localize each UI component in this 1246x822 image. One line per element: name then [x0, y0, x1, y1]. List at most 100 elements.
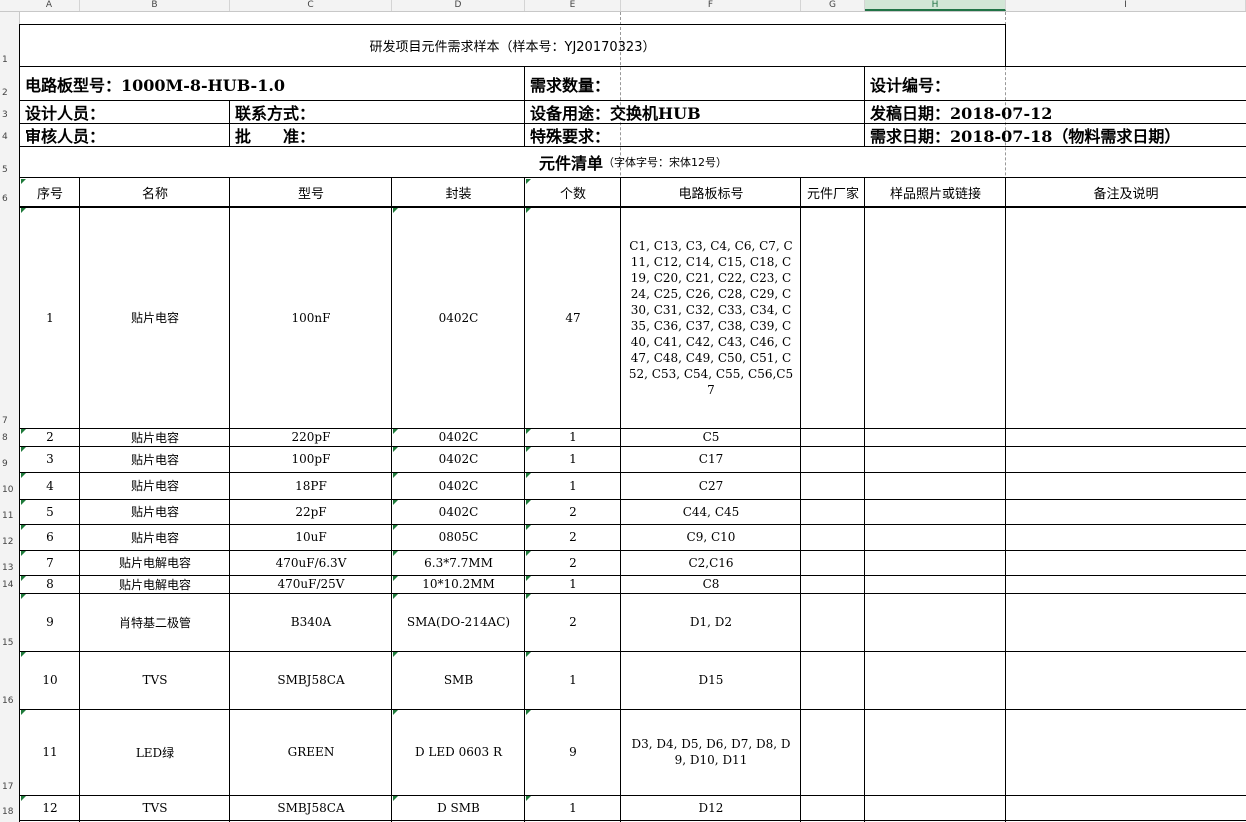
need-date-cell[interactable]: 需求日期：2018-07-18（物料需求日期） — [865, 124, 1246, 146]
header-model[interactable]: 型号 — [230, 178, 392, 206]
cell-pkg[interactable]: SMB — [392, 651, 525, 709]
cell-empty[interactable] — [865, 207, 1006, 428]
header-name[interactable]: 名称 — [80, 178, 230, 206]
demand-qty-cell[interactable]: 需求数量： — [525, 67, 865, 100]
column-header-g[interactable]: G — [801, 0, 865, 11]
cell-model[interactable]: SMBJ58CA — [230, 795, 392, 820]
column-header-b[interactable]: B — [80, 0, 230, 11]
row-header[interactable]: 14 — [0, 580, 19, 590]
cell-empty[interactable] — [1006, 428, 1246, 446]
special-req-cell[interactable]: 特殊要求： — [525, 124, 865, 146]
cell-name[interactable]: 贴片电容 — [80, 472, 230, 499]
row-header[interactable]: 15 — [0, 638, 19, 648]
cell-pkg[interactable]: 0402C — [392, 499, 525, 524]
cell-name[interactable]: 贴片电容 — [80, 524, 230, 550]
cell-empty[interactable] — [1006, 651, 1246, 709]
cell-ref[interactable]: D1, D2 — [621, 593, 801, 651]
cell-empty[interactable] — [801, 428, 865, 446]
cell-name[interactable]: 贴片电解电容 — [80, 575, 230, 593]
cell-name[interactable]: 贴片电容 — [80, 446, 230, 472]
cell-no[interactable]: 8 — [20, 575, 80, 593]
cell-empty[interactable] — [1006, 472, 1246, 499]
cell-empty[interactable] — [865, 446, 1006, 472]
cell-model[interactable]: 220pF — [230, 428, 392, 446]
row-header[interactable]: 6 — [0, 194, 19, 204]
cell-qty[interactable]: 1 — [525, 575, 621, 593]
cell-empty[interactable] — [1006, 795, 1246, 820]
header-package[interactable]: 封装 — [392, 178, 525, 206]
row-header[interactable]: 7 — [0, 416, 19, 426]
row-header[interactable]: 4 — [0, 132, 19, 142]
cell-name[interactable]: TVS — [80, 651, 230, 709]
cell-empty[interactable] — [865, 472, 1006, 499]
column-header-a[interactable]: A — [19, 0, 80, 11]
header-qty[interactable]: 个数 — [525, 178, 621, 206]
cell-pkg[interactable]: SMA(DO-214AC) — [392, 593, 525, 651]
cell-empty[interactable] — [1006, 575, 1246, 593]
column-header-d[interactable]: D — [392, 0, 525, 11]
header-no[interactable]: 序号 — [20, 178, 80, 206]
cell-qty[interactable]: 9 — [525, 709, 621, 795]
design-no-cell[interactable]: 设计编号： — [865, 67, 1246, 100]
cell-qty[interactable]: 2 — [525, 524, 621, 550]
cell-empty[interactable] — [801, 446, 865, 472]
cell-name[interactable]: LED绿 — [80, 709, 230, 795]
cell-empty[interactable] — [1006, 550, 1246, 575]
designer-cell[interactable]: 设计人员： — [20, 101, 230, 123]
cell-model[interactable]: 100pF — [230, 446, 392, 472]
cell-name[interactable]: 贴片电解电容 — [80, 550, 230, 575]
cell-qty[interactable]: 2 — [525, 593, 621, 651]
cell-model[interactable]: 22pF — [230, 499, 392, 524]
row-header[interactable]: 8 — [0, 433, 19, 443]
cell-name[interactable]: 贴片电容 — [80, 207, 230, 428]
cell-empty[interactable] — [865, 795, 1006, 820]
cell-ref[interactable]: C5 — [621, 428, 801, 446]
cell-qty[interactable]: 1 — [525, 795, 621, 820]
cell-empty[interactable] — [1006, 593, 1246, 651]
approve-cell[interactable]: 批 准： — [230, 124, 525, 146]
cell-model[interactable]: SMBJ58CA — [230, 651, 392, 709]
header-ref[interactable]: 电路板标号 — [621, 178, 801, 206]
cell-model[interactable]: 470uF/25V — [230, 575, 392, 593]
cell-no[interactable]: 4 — [20, 472, 80, 499]
cell-empty[interactable] — [801, 524, 865, 550]
row-header[interactable]: 2 — [0, 88, 19, 98]
cell-pkg[interactable]: D LED 0603 R — [392, 709, 525, 795]
reviewer-cell[interactable]: 审核人员： — [20, 124, 230, 146]
cell-ref[interactable]: D12 — [621, 795, 801, 820]
cell-empty[interactable] — [1006, 709, 1246, 795]
cell-no[interactable]: 12 — [20, 795, 80, 820]
cell-name[interactable]: 贴片电容 — [80, 499, 230, 524]
board-model-cell[interactable]: 电路板型号：1000M-8-HUB-1.0 — [20, 67, 525, 100]
contact-cell[interactable]: 联系方式： — [230, 101, 525, 123]
cell-model[interactable]: B340A — [230, 593, 392, 651]
cell-no[interactable]: 9 — [20, 593, 80, 651]
row-header[interactable]: 11 — [0, 511, 19, 521]
cell-ref[interactable]: C1, C13, C3, C4, C6, C7, C11, C12, C14, … — [621, 207, 801, 428]
row-header[interactable]: 10 — [0, 485, 19, 495]
cell-model[interactable]: GREEN — [230, 709, 392, 795]
cell-no[interactable]: 6 — [20, 524, 80, 550]
row-header[interactable]: 16 — [0, 696, 19, 706]
issue-date-cell[interactable]: 发稿日期：2018-07-12 — [865, 101, 1246, 123]
cell-empty[interactable] — [865, 428, 1006, 446]
cell-empty[interactable] — [801, 709, 865, 795]
cell-empty[interactable] — [1006, 446, 1246, 472]
cell-empty[interactable] — [865, 524, 1006, 550]
cell-pkg[interactable]: 10*10.2MM — [392, 575, 525, 593]
cell-empty[interactable] — [801, 593, 865, 651]
column-header-h[interactable]: H — [865, 0, 1006, 11]
row-header[interactable]: 12 — [0, 537, 19, 547]
cell-qty[interactable]: 47 — [525, 207, 621, 428]
column-header-f[interactable]: F — [621, 0, 801, 11]
row-header[interactable]: 18 — [0, 807, 19, 817]
cell-name[interactable]: 肖特基二极管 — [80, 593, 230, 651]
cell-ref[interactable]: C44, C45 — [621, 499, 801, 524]
cell-name[interactable]: TVS — [80, 795, 230, 820]
cell-name[interactable]: 贴片电容 — [80, 428, 230, 446]
cell-model[interactable]: 18PF — [230, 472, 392, 499]
cell-pkg[interactable]: 0402C — [392, 207, 525, 428]
cell-ref[interactable]: C8 — [621, 575, 801, 593]
cell-pkg[interactable]: 0805C — [392, 524, 525, 550]
cell-ref[interactable]: C17 — [621, 446, 801, 472]
